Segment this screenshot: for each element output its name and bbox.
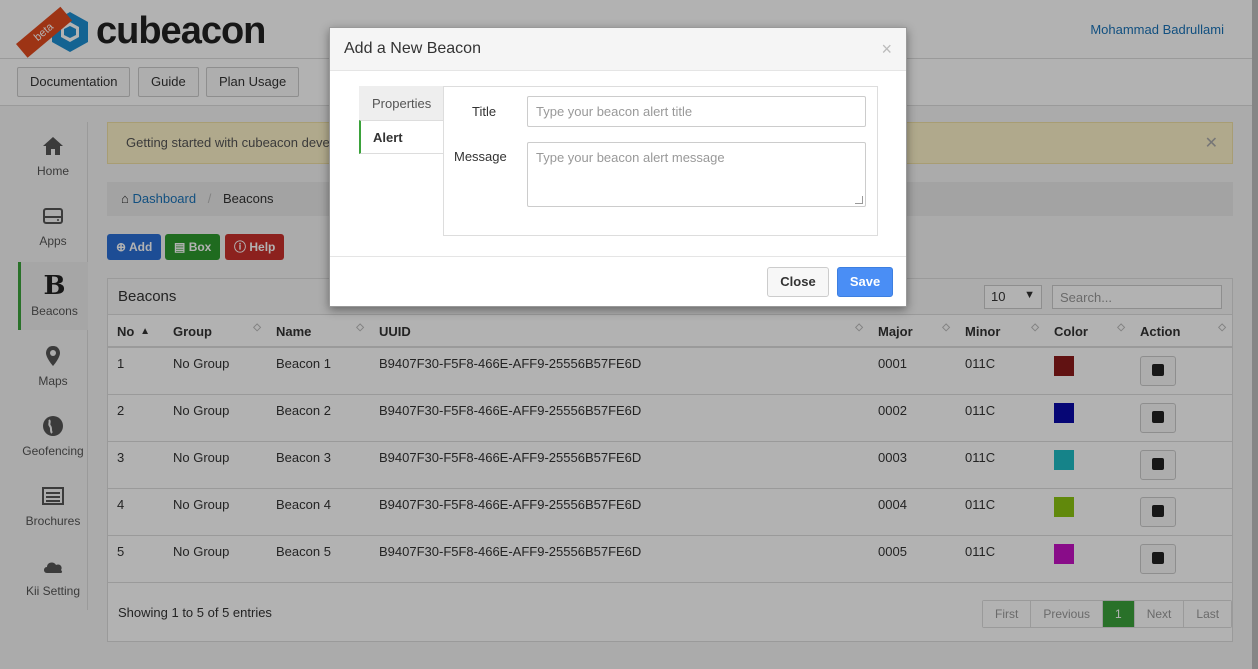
resize-handle-icon[interactable] bbox=[855, 196, 863, 204]
modal-close-icon[interactable]: × bbox=[881, 40, 892, 58]
tab-alert[interactable]: Alert bbox=[359, 120, 443, 154]
alert-title-input[interactable]: Type your beacon alert title bbox=[527, 96, 866, 127]
message-placeholder: Type your beacon alert message bbox=[536, 150, 725, 165]
tab-properties[interactable]: Properties bbox=[359, 86, 443, 120]
add-beacon-modal: Add a New Beacon × Properties Alert Titl… bbox=[329, 27, 907, 307]
title-label: Title bbox=[472, 104, 497, 119]
alert-tab-pane: Title Type your beacon alert title Messa… bbox=[443, 86, 878, 236]
alert-message-textarea[interactable]: Type your beacon alert message bbox=[527, 142, 866, 207]
modal-header: Add a New Beacon × bbox=[330, 28, 906, 71]
modal-title: Add a New Beacon bbox=[344, 40, 481, 57]
save-button[interactable]: Save bbox=[837, 267, 893, 297]
message-label: Message bbox=[454, 149, 507, 164]
modal-footer: Close Save bbox=[330, 256, 906, 308]
close-button[interactable]: Close bbox=[767, 267, 829, 297]
